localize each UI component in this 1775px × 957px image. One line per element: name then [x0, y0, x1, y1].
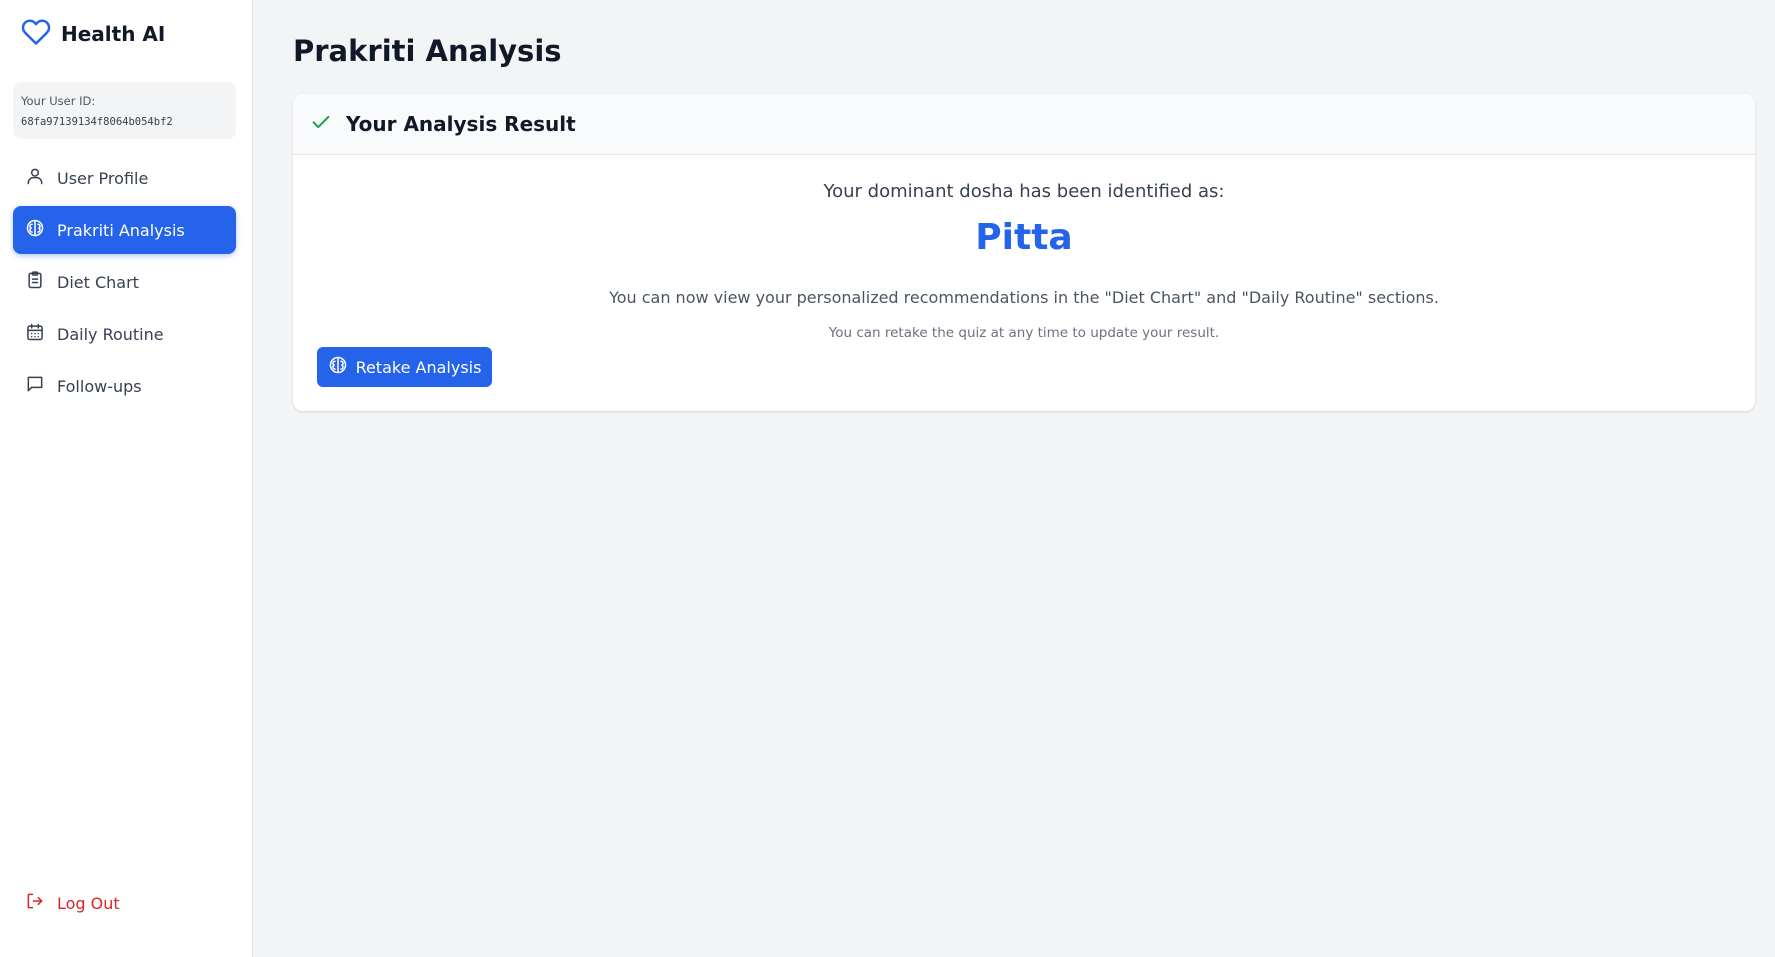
sidebar-item-label: User Profile	[57, 168, 149, 188]
sidebar: Health AI Your User ID: 68fa97139134f806…	[0, 0, 253, 957]
sidebar-nav: User Profile Prakriti Analysis Diet Char…	[13, 154, 236, 410]
sidebar-item-prakriti-analysis[interactable]: Prakriti Analysis	[13, 206, 236, 254]
retake-analysis-button[interactable]: Retake Analysis	[317, 347, 492, 387]
calendar-icon	[25, 322, 57, 346]
clipboard-icon	[25, 270, 57, 294]
message-icon	[25, 374, 57, 398]
card-title: Your Analysis Result	[346, 112, 576, 136]
user-icon	[25, 166, 57, 190]
recommendation-text: You can now view your personalized recom…	[609, 288, 1439, 307]
dominant-dosha-text: Your dominant dosha has been identified …	[823, 181, 1225, 202]
card-body: Your dominant dosha has been identified …	[293, 155, 1755, 410]
brain-icon	[25, 218, 57, 242]
user-id-label: Your User ID:	[21, 94, 96, 108]
page-title: Prakriti Analysis	[293, 34, 562, 68]
sidebar-item-user-profile[interactable]: User Profile	[13, 154, 236, 202]
user-id-value: 68fa97139134f8064b054bf2	[21, 116, 173, 128]
retake-note: You can retake the quiz at any time to u…	[828, 325, 1220, 341]
logout-icon	[25, 891, 57, 915]
logout-label: Log Out	[57, 893, 120, 913]
sidebar-item-daily-routine[interactable]: Daily Routine	[13, 310, 236, 358]
brain-icon	[328, 355, 356, 379]
retake-button-label: Retake Analysis	[355, 357, 482, 377]
sidebar-item-label: Prakriti Analysis	[57, 220, 185, 240]
user-id-box: Your User ID: 68fa97139134f8064b054bf2	[13, 82, 236, 139]
brand[interactable]: Health AI	[13, 0, 236, 68]
analysis-result-card: Your Analysis Result Your dominant dosha…	[293, 94, 1755, 411]
main-content: Prakriti Analysis Your Analysis Result Y…	[253, 0, 1775, 957]
card-header: Your Analysis Result	[293, 94, 1755, 155]
logout-button[interactable]: Log Out	[13, 883, 132, 923]
heart-icon	[21, 17, 61, 51]
sidebar-item-label: Daily Routine	[57, 324, 164, 344]
sidebar-item-diet-chart[interactable]: Diet Chart	[13, 258, 236, 306]
sidebar-item-label: Follow-ups	[57, 376, 142, 396]
check-icon	[310, 111, 346, 137]
app-name: Health AI	[61, 22, 166, 46]
sidebar-item-follow-ups[interactable]: Follow-ups	[13, 362, 236, 410]
dosha-result: Pitta	[975, 217, 1073, 258]
sidebar-item-label: Diet Chart	[57, 272, 139, 292]
